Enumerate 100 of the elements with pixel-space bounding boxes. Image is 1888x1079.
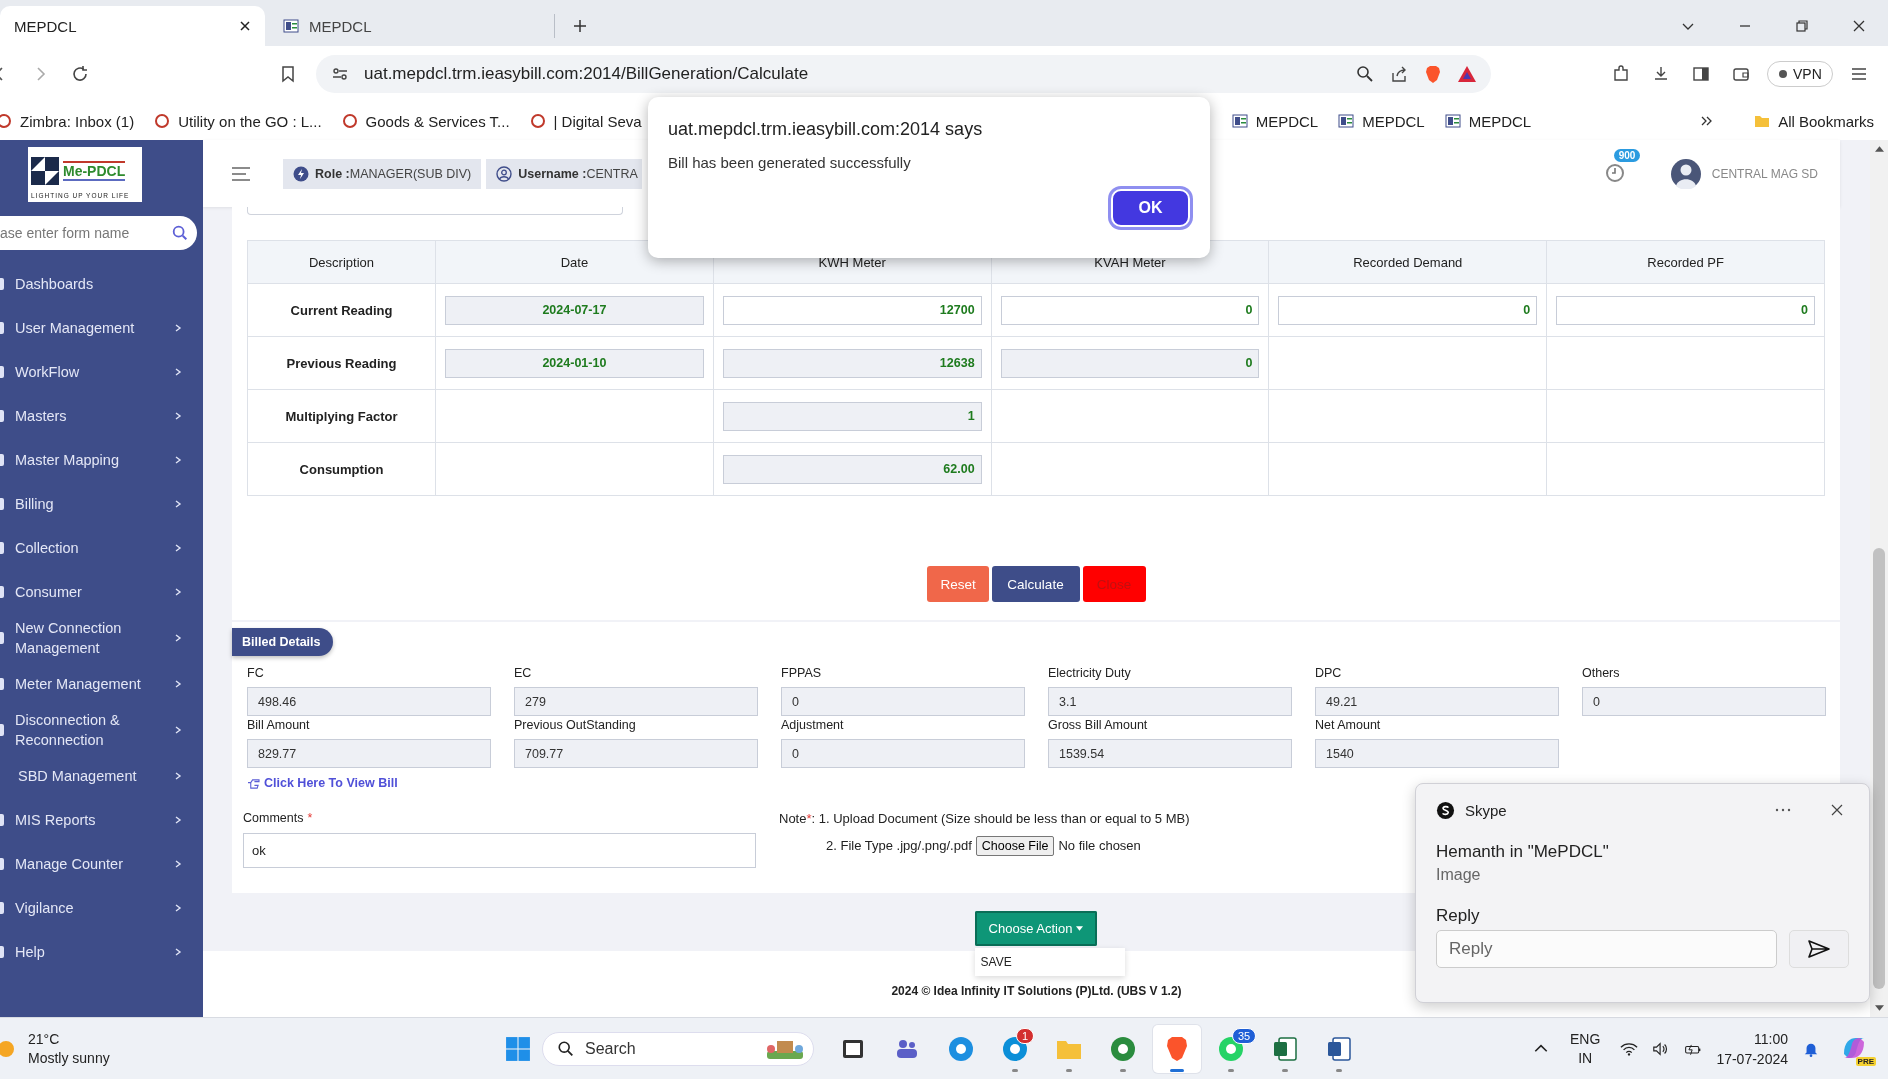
chevron-right-icon [173, 725, 183, 735]
close-icon[interactable] [1831, 804, 1843, 816]
input-field: 1540 [1315, 739, 1559, 768]
input-field[interactable] [247, 207, 623, 215]
start-icon[interactable] [505, 1035, 531, 1062]
menu-item-icon [0, 723, 7, 737]
url-text: uat.mepdcl.trm.ieasybill.com:2014/BillGeneration/Calculate [364, 64, 809, 84]
browser-tab[interactable]: MEPDCL [0, 6, 265, 46]
sidebar-item[interactable]: User Management [0, 306, 203, 350]
clock-icon[interactable] [1604, 162, 1625, 183]
menu-icon[interactable] [231, 166, 251, 181]
taskbar-app[interactable]: 1 [991, 1024, 1039, 1073]
close-icon[interactable] [239, 20, 251, 32]
bookmark[interactable]: | Digital Seva [529, 112, 642, 130]
sidebar-item[interactable]: Disconnection & Reconnection [0, 706, 203, 754]
sidebar-item[interactable]: MIS Reports [0, 798, 203, 842]
menu-option[interactable]: SAVE [974, 955, 1125, 969]
row-label: Multiplying Factor [248, 390, 436, 443]
menu-item-icon [0, 365, 7, 379]
sidebar-item[interactable]: Help [0, 930, 203, 974]
input-field[interactable]: 0 [1278, 295, 1538, 325]
system-clock[interactable]: 11:00 17-07-2024 [1716, 1028, 1788, 1069]
choose-action-button[interactable]: Choose Action [974, 911, 1098, 946]
sidebar-icon[interactable] [1691, 64, 1711, 84]
search-icon[interactable] [171, 224, 189, 242]
sidebar-item[interactable]: Billing [0, 482, 203, 526]
address-bar[interactable]: uat.mepdcl.trm.ieasybill.com:2014/BillGeneration/Calculate [316, 55, 1491, 93]
input-field: 279 [514, 687, 758, 716]
input-field: 829.77 [247, 739, 491, 768]
search-field[interactable]: ase enter form name [0, 216, 197, 250]
sidebar-item[interactable]: SBD Management [0, 754, 203, 798]
choose-file-button[interactable]: Choose File [975, 835, 1055, 856]
more-icon[interactable] [1775, 808, 1791, 812]
shield-icon[interactable] [1423, 64, 1443, 84]
ok-button[interactable]: OK [1111, 189, 1190, 227]
bookmark[interactable]: Goods & Services T... [341, 112, 510, 130]
dialog-message: Bill has been generated successfully [668, 154, 912, 171]
language-indicator[interactable]: ENG IN [1570, 1029, 1601, 1068]
avatar-icon[interactable] [1670, 158, 1701, 189]
comments-field[interactable]: ok [243, 832, 756, 868]
field-label: EC [514, 666, 533, 682]
pointing-hand-icon [247, 777, 260, 789]
sidebar-item[interactable]: Dashboards [0, 262, 203, 306]
view-bill-link[interactable]: Click Here To View Bill [247, 776, 398, 790]
share-icon[interactable] [1389, 64, 1409, 84]
sidebar-item[interactable]: Meter Management [0, 662, 203, 706]
document-icon [1325, 1034, 1353, 1063]
scroll-down-icon[interactable] [1874, 1005, 1884, 1011]
menu-item-icon [0, 813, 7, 827]
sidebar-item[interactable]: Masters [0, 394, 203, 438]
calculate-button[interactable]: Calculate [991, 566, 1080, 602]
sidebar-item[interactable]: Collection [0, 526, 203, 570]
field-label: Gross Bill Amount [1048, 718, 1149, 734]
close-icon[interactable] [1852, 19, 1866, 33]
sidebar-item[interactable]: Master Mapping [0, 438, 203, 482]
taskbar-app[interactable]: 35 [1207, 1024, 1255, 1073]
field-label: Previous OutStanding [514, 718, 637, 734]
chevron-right-icon [173, 455, 183, 465]
sidebar-item[interactable]: New Connection Management [0, 614, 203, 662]
input-field[interactable]: 0 [1556, 295, 1815, 325]
new-tab-icon[interactable] [573, 19, 587, 33]
extensions-icon[interactable] [1611, 64, 1631, 84]
bookmark-folder[interactable]: All Bookmarks [1754, 112, 1874, 130]
input-field[interactable]: 12700 [722, 295, 982, 325]
send-button[interactable] [1789, 930, 1849, 968]
user-icon [496, 165, 513, 182]
sidebar-item[interactable]: Consumer [0, 570, 203, 614]
zoom-icon[interactable] [1355, 64, 1375, 84]
field-label: Adjustment [781, 718, 845, 734]
send-icon [1806, 939, 1833, 959]
section-tag: Billed Details [232, 628, 333, 656]
menu-item-icon [0, 453, 7, 467]
scroll-up-icon[interactable] [1874, 146, 1884, 152]
input-field: 0 [781, 739, 1025, 768]
sidebar-item[interactable]: WorkFlow [0, 350, 203, 394]
sidebar-item[interactable]: Manage Counter [0, 842, 203, 886]
menu-item-icon [0, 277, 7, 291]
bookmark[interactable]: Zimbra: Inbox (1) [0, 112, 135, 130]
row-label: Consumption [248, 443, 436, 496]
bookmark[interactable]: MEPDCL [1444, 112, 1532, 130]
vpn-status-icon [1778, 69, 1788, 79]
username-chip: Username :CENTRA [486, 158, 642, 189]
bookmark[interactable]: MEPDCL [1338, 112, 1425, 130]
sidebar-item[interactable]: Vigilance [0, 886, 203, 930]
wifi-icon[interactable] [1620, 1040, 1639, 1057]
triangle-icon[interactable] [1457, 64, 1477, 84]
browser-tab[interactable]: MEPDCL [265, 14, 555, 38]
column-header: Description [248, 241, 436, 284]
restore-icon[interactable] [1795, 19, 1809, 33]
bookmark[interactable]: MEPDCL [1231, 112, 1319, 130]
scrollbar[interactable] [1870, 140, 1888, 1017]
menu-item-icon [0, 677, 7, 691]
input-field: 0 [1000, 348, 1260, 378]
reply-field[interactable]: Reply [1436, 930, 1778, 968]
column-header: Date [436, 241, 714, 284]
taskbar-search[interactable]: Search [542, 1031, 814, 1066]
reload-icon[interactable] [70, 64, 90, 84]
footer-text: 2024 © Idea Infinity IT Solutions (P)Ltd. (UBS V 1.2) [891, 984, 1182, 998]
bookmark[interactable]: Utility on the GO : L... [154, 112, 322, 130]
input-field[interactable]: 0 [1000, 295, 1260, 325]
